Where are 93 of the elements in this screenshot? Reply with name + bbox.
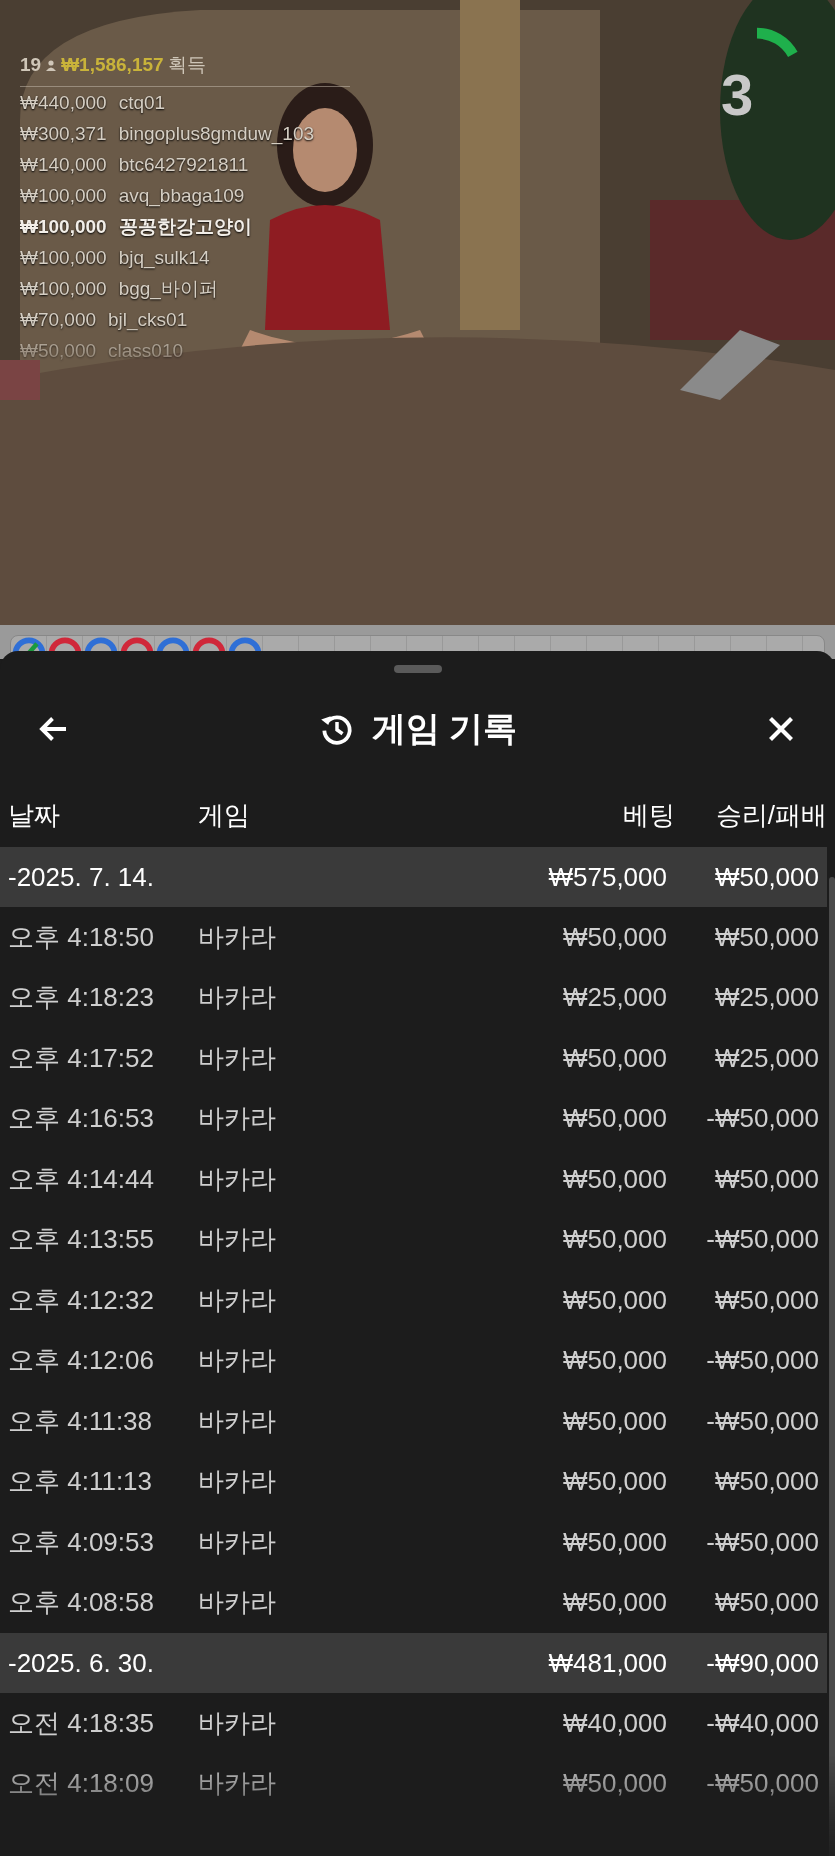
group-result-total: ₩50,000 xyxy=(713,861,819,893)
bet-cell-text: ₩50,000 xyxy=(561,1587,667,1619)
time-cell-text: 오후 4:18:50 xyxy=(8,920,155,954)
bet-cell-text: ₩50,000 xyxy=(561,1466,667,1498)
date-group-row[interactable]: -2025. 6. 30. ₩481,000 -₩90,000 xyxy=(0,1633,827,1693)
time-cell-text: 오후 4:11:13 xyxy=(8,1465,154,1499)
winner-name: avq_bbaga109 xyxy=(118,184,245,207)
bet-cell-text: ₩50,000 xyxy=(561,1526,667,1558)
winner-name: 꽁꽁한강고양이 xyxy=(118,214,252,239)
player-count: 19 xyxy=(20,54,42,76)
bet-cell-text: ₩50,000 xyxy=(561,921,667,953)
game-cell-text: 바카라 xyxy=(198,1586,277,1620)
group-result-total: -₩90,000 xyxy=(705,1647,819,1679)
time-cell-text: 오후 4:12:06 xyxy=(8,1344,155,1378)
bet-cell-text: ₩25,000 xyxy=(561,982,667,1014)
game-cell-text: 바카라 xyxy=(198,1102,277,1136)
winner-amount: ₩100,000 xyxy=(20,246,107,269)
winner-amount: ₩70,000 xyxy=(20,308,97,331)
time-cell-text: 오후 4:17:52 xyxy=(8,1041,155,1075)
game-cell-text: 바카라 xyxy=(198,1162,277,1196)
game-cell-text: 바카라 xyxy=(198,1344,277,1378)
winner-amount: ₩100,000 xyxy=(20,184,107,207)
bet-cell-text: ₩40,000 xyxy=(561,1707,667,1739)
bet-cell-text: ₩50,000 xyxy=(561,1768,667,1800)
bet-cell-text: ₩50,000 xyxy=(561,1405,667,1437)
time-cell-text: 오후 4:13:55 xyxy=(8,1223,155,1257)
result-cell-text: -₩50,000 xyxy=(705,1103,819,1135)
bet-cell-text: ₩50,000 xyxy=(561,1163,667,1195)
game-cell-text: 바카라 xyxy=(198,920,277,954)
game-cell-text: 바카라 xyxy=(198,1465,277,1499)
result-cell-text: -₩50,000 xyxy=(705,1526,819,1558)
result-cell-text: -₩40,000 xyxy=(705,1707,819,1739)
winner-amount: ₩440,000 xyxy=(20,91,107,114)
winner-name: class010 xyxy=(108,339,184,362)
time-cell-text: 오후 4:09:53 xyxy=(8,1525,155,1559)
winnings-label: 획득 xyxy=(167,53,206,77)
bet-cell-text: ₩50,000 xyxy=(561,1103,667,1135)
winner-amount: ₩300,371 xyxy=(20,122,107,145)
winner-name: bjq_sulk14 xyxy=(118,246,210,269)
game-cell-text: 바카라 xyxy=(198,1283,277,1317)
result-cell-text: ₩50,000 xyxy=(713,1284,819,1316)
result-cell-text: -₩50,000 xyxy=(705,1224,819,1256)
time-cell-text: 오전 4:18:35 xyxy=(8,1706,155,1740)
winner-amount: ₩100,000 xyxy=(20,277,107,300)
time-cell-text: 오후 4:11:38 xyxy=(8,1404,154,1438)
game-cell-text: 바카라 xyxy=(198,1706,277,1740)
bet-cell-text: ₩50,000 xyxy=(561,1224,667,1256)
result-cell-text: ₩25,000 xyxy=(713,982,819,1014)
result-cell-text: -₩50,000 xyxy=(705,1768,819,1800)
game-cell-text: 바카라 xyxy=(198,1525,277,1559)
group-bet-total: ₩575,000 xyxy=(547,861,667,893)
game-cell-text: 바카라 xyxy=(198,981,277,1015)
game-cell-text: 바카라 xyxy=(198,1404,277,1438)
result-cell-text: -₩50,000 xyxy=(705,1405,819,1437)
time-cell-text: 오후 4:18:23 xyxy=(8,981,155,1015)
time-cell-text: 오후 4:12:32 xyxy=(8,1283,155,1317)
time-cell-text: 오후 4:08:58 xyxy=(8,1586,155,1620)
winner-name: bgg_바이퍼 xyxy=(118,276,218,302)
result-cell-text: ₩50,000 xyxy=(713,1163,819,1195)
winner-name: btc6427921811 xyxy=(118,153,249,176)
result-cell-text: ₩50,000 xyxy=(713,1466,819,1498)
result-cell-text: ₩50,000 xyxy=(713,921,819,953)
bet-cell-text: ₩50,000 xyxy=(561,1042,667,1074)
group-date: -2025. 6. 30. xyxy=(8,1647,155,1679)
column-header: 게임 xyxy=(198,798,251,832)
winner-amount: ₩50,000 xyxy=(20,339,97,362)
sheet-title: 게임 기록 xyxy=(371,708,518,749)
person-icon xyxy=(45,59,58,71)
total-winnings: ₩1,586,157 xyxy=(61,54,164,76)
game-cell-text: 바카라 xyxy=(198,1767,277,1801)
time-cell-text: 오전 4:18:09 xyxy=(8,1767,155,1801)
time-cell-text: 오후 4:16:53 xyxy=(8,1102,155,1136)
column-header: 베팅 xyxy=(622,798,675,832)
game-cell-text: 바카라 xyxy=(198,1041,277,1075)
time-cell-text: 오후 4:14:44 xyxy=(8,1162,155,1196)
group-date: -2025. 7. 14. xyxy=(8,861,155,893)
bet-cell-text: ₩50,000 xyxy=(561,1284,667,1316)
winner-amount: ₩100,000 xyxy=(20,215,107,238)
winner-name: ctq01 xyxy=(118,91,166,114)
drag-handle[interactable] xyxy=(393,665,442,673)
column-header: 승리/패배 xyxy=(714,798,827,832)
result-cell-text: ₩25,000 xyxy=(713,1042,819,1074)
countdown-number: 3 xyxy=(721,66,754,124)
winner-name: bjl_cks01 xyxy=(108,308,188,331)
scrollbar[interactable] xyxy=(829,877,835,1856)
winner-amount: ₩140,000 xyxy=(20,153,107,176)
result-cell-text: -₩50,000 xyxy=(705,1345,819,1377)
column-header: 날짜 xyxy=(8,798,61,832)
date-group-row[interactable]: -2025. 7. 14. ₩575,000 ₩50,000 xyxy=(0,847,827,907)
result-cell-text: ₩50,000 xyxy=(713,1587,819,1619)
bet-cell-text: ₩50,000 xyxy=(561,1345,667,1377)
game-cell-text: 바카라 xyxy=(198,1223,277,1257)
group-bet-total: ₩481,000 xyxy=(547,1647,667,1679)
